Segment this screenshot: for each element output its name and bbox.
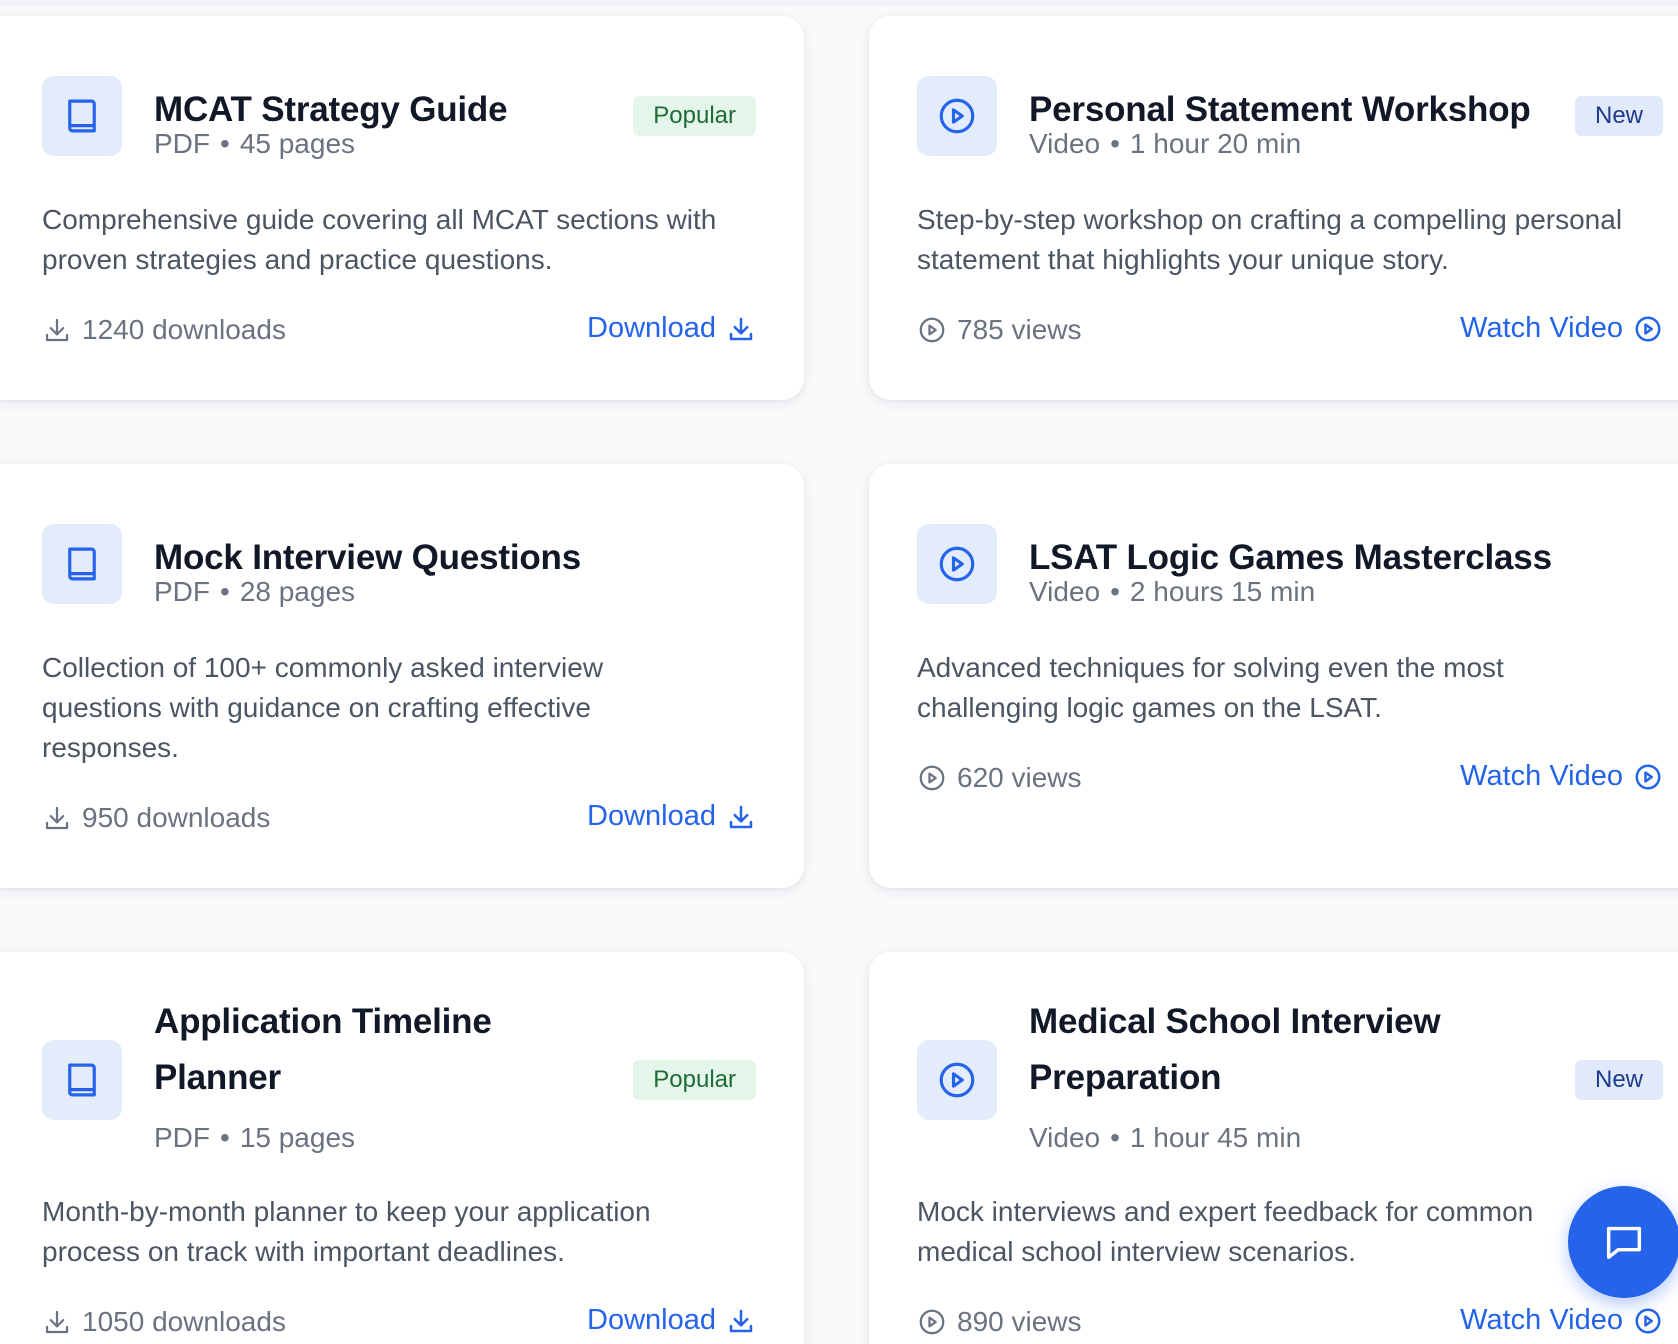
book-icon	[42, 1040, 122, 1120]
download-button[interactable]: Download	[587, 1304, 756, 1337]
play-circle-icon	[919, 1309, 945, 1335]
resource-type: Video	[1029, 1122, 1101, 1153]
download-icon	[45, 806, 69, 830]
download-count: 1240 downloads	[42, 314, 286, 346]
stat-label: 1050 downloads	[82, 1306, 286, 1337]
download-icon	[729, 1309, 753, 1332]
chat-bubble-icon	[1606, 1226, 1642, 1260]
action-label: Download	[587, 312, 716, 344]
resource-card-med-interview: Medical School Interview Preparation Vid…	[869, 952, 1678, 1344]
resource-title: Medical School Interview Preparation	[1029, 1002, 1441, 1097]
top-divider	[0, 0, 1678, 6]
resource-description: Comprehensive guide covering all MCAT se…	[42, 204, 717, 275]
new-badge: New	[1574, 96, 1663, 136]
play-circle-icon	[1635, 764, 1661, 789]
book-icon	[42, 76, 122, 156]
resource-detail: 15 pages	[239, 1122, 356, 1153]
resource-title: Application Timeline Planner	[154, 1002, 492, 1097]
download-button[interactable]: Download	[587, 800, 756, 833]
play-circle-icon	[1635, 1308, 1661, 1333]
watch-video-button[interactable]: Watch Video	[1460, 1304, 1663, 1337]
resource-type: Video	[1029, 576, 1101, 607]
resource-detail: 2 hours 15 min	[1129, 576, 1316, 607]
watch-video-button[interactable]: Watch Video	[1460, 760, 1663, 793]
resource-meta: PDF • 28 pages	[154, 576, 356, 607]
download-icon	[729, 805, 753, 828]
resource-type: PDF	[154, 1122, 210, 1153]
resource-meta: Video • 2 hours 15 min	[1029, 576, 1316, 607]
new-badge: New	[1574, 1060, 1663, 1100]
stat-label: 890 views	[957, 1306, 1082, 1337]
resource-meta: Video • 1 hour 45 min	[1029, 1122, 1302, 1153]
stat-label: 620 views	[957, 762, 1082, 793]
resource-description: Advanced techniques for solving even the…	[917, 652, 1504, 723]
resource-type: PDF	[154, 576, 210, 607]
resource-description: Collection of 100+ commonly asked interv…	[42, 652, 604, 763]
view-count: 620 views	[917, 762, 1082, 794]
download-count: 1050 downloads	[42, 1306, 286, 1338]
resource-card-lsat-logic: LSAT Logic Games Masterclass Video • 2 hou…	[869, 464, 1678, 888]
action-label: Watch Video	[1460, 1304, 1623, 1336]
resource-card-personal-statement: Personal Statement Workshop Video • 1 hour…	[869, 16, 1678, 400]
resource-detail: 28 pages	[239, 576, 356, 607]
stat-label: 1240 downloads	[82, 314, 286, 345]
resource-meta: Video • 1 hour 20 min	[1029, 128, 1302, 159]
resource-card-timeline-planner: Application Timeline Planner PDF • 15 page…	[0, 952, 804, 1344]
resource-meta: PDF • 15 pages	[154, 1122, 356, 1153]
chat-button[interactable]	[1568, 1186, 1678, 1298]
resource-card-mock-interview: Mock Interview Questions PDF • 28 pages Co…	[0, 464, 804, 888]
action-label: Download	[587, 1304, 716, 1336]
resource-type: PDF	[154, 128, 210, 159]
popular-badge: Popular	[633, 1060, 756, 1100]
play-circle-icon	[919, 317, 945, 343]
play-circle-icon	[919, 765, 945, 791]
stat-label: 785 views	[957, 314, 1082, 345]
resource-detail: 45 pages	[239, 128, 356, 159]
play-circle-icon	[917, 524, 997, 604]
play-circle-icon	[917, 1040, 997, 1120]
resource-detail: 1 hour 20 min	[1129, 128, 1302, 159]
download-button[interactable]: Download	[587, 312, 756, 345]
play-circle-icon	[917, 76, 997, 156]
download-icon	[45, 1310, 69, 1334]
popular-badge: Popular	[633, 96, 756, 136]
book-icon	[42, 524, 122, 604]
resource-meta: PDF • 45 pages	[154, 128, 356, 159]
download-count: 950 downloads	[42, 802, 270, 834]
action-label: Watch Video	[1460, 312, 1623, 344]
play-circle-icon	[1635, 316, 1661, 341]
resource-card-mcat-guide: MCAT Strategy Guide PDF • 45 pages Popular…	[0, 16, 804, 400]
stat-label: 950 downloads	[82, 802, 271, 833]
resource-detail: 1 hour 45 min	[1129, 1122, 1302, 1153]
resource-description: Step-by-step workshop on crafting a comp…	[917, 204, 1623, 275]
resource-description: Month-by-month planner to keep your appl…	[42, 1196, 651, 1267]
download-icon	[45, 318, 69, 342]
view-count: 890 views	[917, 1306, 1082, 1338]
view-count: 785 views	[917, 314, 1082, 346]
resource-type: Video	[1029, 128, 1101, 159]
action-label: Watch Video	[1460, 760, 1623, 792]
download-icon	[729, 317, 753, 340]
watch-video-button[interactable]: Watch Video	[1460, 312, 1663, 345]
resource-description: Mock interviews and expert feedback for …	[917, 1196, 1534, 1267]
action-label: Download	[587, 800, 716, 832]
